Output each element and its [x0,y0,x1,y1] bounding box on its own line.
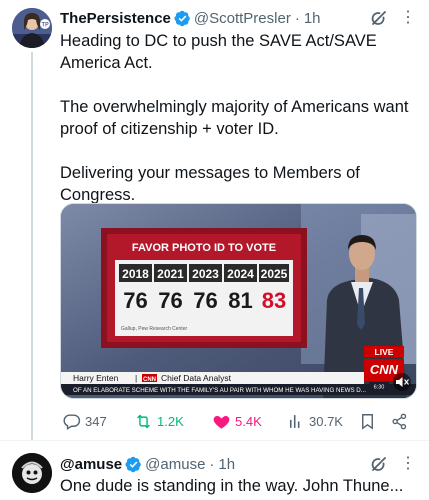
live-label: LIVE [375,347,394,357]
reply-author-name[interactable]: @amuse [60,456,122,473]
board-year: 2023 [192,267,219,281]
tweet-header: ThePersistence @ScottPresler · 1h [60,8,321,28]
verified-badge-icon [125,456,141,472]
lower-third-sep: | [135,373,137,383]
tweet-video[interactable]: FAVOR PHOTO ID TO VOTE 2018 2021 2023 20… [60,203,417,399]
author-name[interactable]: ThePersistence [60,10,171,27]
author-handle[interactable]: @ScottPresler [194,10,291,27]
board-percent: 81 [228,288,252,313]
like-count: 5.4K [235,413,262,429]
thread-line [31,52,33,440]
clock-label: 6:30 [374,385,385,391]
like-button[interactable]: 5.4K [212,410,262,432]
repost-icon [137,414,150,428]
repost-button[interactable]: 1.2K [134,410,184,432]
tweet-paragraph: Heading to DC to push the SAVE Act/SAVE … [60,32,377,72]
share-button[interactable] [390,410,409,432]
reply-handle[interactable]: @amuse [145,456,205,473]
grok-icon[interactable] [369,8,389,28]
share-icon [392,413,407,429]
board-year: 2021 [157,267,184,281]
separator-dot: · [209,455,215,473]
lower-third-name: Harry Enten [73,373,119,383]
svg-text:TP: TP [40,22,49,29]
reply-avatar[interactable] [12,453,52,493]
author-avatar[interactable]: TP [12,8,52,48]
reply-count: 347 [85,413,107,429]
tweet[interactable]: TP ThePersistence @ScottPresler · 1h ⋮ H… [0,0,429,440]
lower-third-title: Chief Data Analyst [161,373,232,383]
board-year: 2024 [227,267,254,281]
board-source: Gallup, Pew Research Center [121,326,187,332]
ticker-text: OF AN ELABORATE SCHEME WITH THE FAMILY'S… [73,387,366,394]
reply-icon [63,413,81,430]
board-title: FAVOR PHOTO ID TO VOTE [132,242,276,254]
bookmark-icon [362,413,373,430]
board-percent: 83 [262,288,286,313]
board-percent: 76 [123,288,147,313]
cnn-logo-text: CNN [370,362,399,377]
lower-third-network: CNN [143,377,156,383]
more-icon[interactable]: ⋮ [399,454,417,474]
views-icon [289,414,300,428]
board-percent: 76 [193,288,217,313]
views-button[interactable]: 30.7K [286,410,343,432]
heart-icon [213,415,230,429]
video-frame: FAVOR PHOTO ID TO VOTE 2018 2021 2023 20… [61,204,416,398]
reply-button[interactable]: 347 [62,410,107,432]
verified-badge-icon [174,10,190,26]
tweet-actions: 347 1.2K 5.4K 30.7K [60,410,417,432]
reply-timestamp[interactable]: 1h [218,456,235,473]
reply-tweet[interactable]: @amuse @amuse · 1h ⋮ One dude is standin… [0,440,429,500]
bookmark-button[interactable] [358,410,377,432]
grok-icon[interactable] [369,454,389,474]
board-year: 2025 [261,267,288,281]
separator-dot: · [294,9,300,27]
tweet-paragraph: The overwhelmingly majority of Americans… [60,98,409,138]
reply-text: One dude is standing in the way. John Th… [60,477,404,495]
repost-count: 1.2K [157,413,184,429]
board-percent: 76 [158,288,182,313]
board-year: 2018 [122,267,149,281]
mute-icon[interactable] [393,373,411,391]
views-count: 30.7K [309,413,343,429]
timestamp[interactable]: 1h [304,10,321,27]
more-icon[interactable]: ⋮ [399,8,417,28]
reply-header: @amuse @amuse · 1h [60,454,235,474]
tweet-paragraph: Delivering your messages to Members of C… [60,164,360,204]
